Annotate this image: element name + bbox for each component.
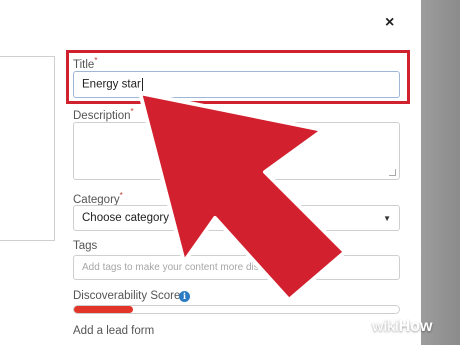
close-button[interactable]: × <box>385 14 399 32</box>
description-textarea[interactable] <box>73 122 400 180</box>
chevron-down-icon: ▼ <box>383 214 391 223</box>
category-selected-value: Choose category <box>82 212 169 224</box>
info-icon[interactable]: i <box>179 291 190 302</box>
wikihow-watermark: wikiHow <box>372 318 432 336</box>
title-highlight-box <box>66 50 410 104</box>
modal-dialog: × Title* Energy star Description* Catego… <box>0 0 421 345</box>
discoverability-score-bar <box>73 305 400 314</box>
required-mark: * <box>119 191 123 200</box>
watermark-wiki: wiki <box>372 318 399 335</box>
discoverability-score-fill <box>74 306 133 313</box>
tags-input[interactable]: Add tags to make your content more disco… <box>73 255 400 280</box>
category-select[interactable]: Choose category <box>73 205 245 231</box>
discoverability-label: Discoverability Score <box>73 290 181 302</box>
tags-label: Tags <box>73 240 98 252</box>
subcategory-select[interactable]: ▼ <box>245 205 400 231</box>
description-label-text: Description <box>73 109 131 122</box>
resize-grip-icon[interactable] <box>389 169 396 176</box>
watermark-how: How <box>398 318 433 335</box>
description-label: Description* <box>73 107 134 122</box>
backdrop-overlay <box>421 0 460 345</box>
lead-form-label: Add a lead form <box>73 325 155 337</box>
tags-placeholder: Add tags to make your content more disco… <box>82 262 303 273</box>
required-mark: * <box>130 107 134 116</box>
preview-panel <box>0 56 55 241</box>
category-label: Category* <box>73 191 123 206</box>
